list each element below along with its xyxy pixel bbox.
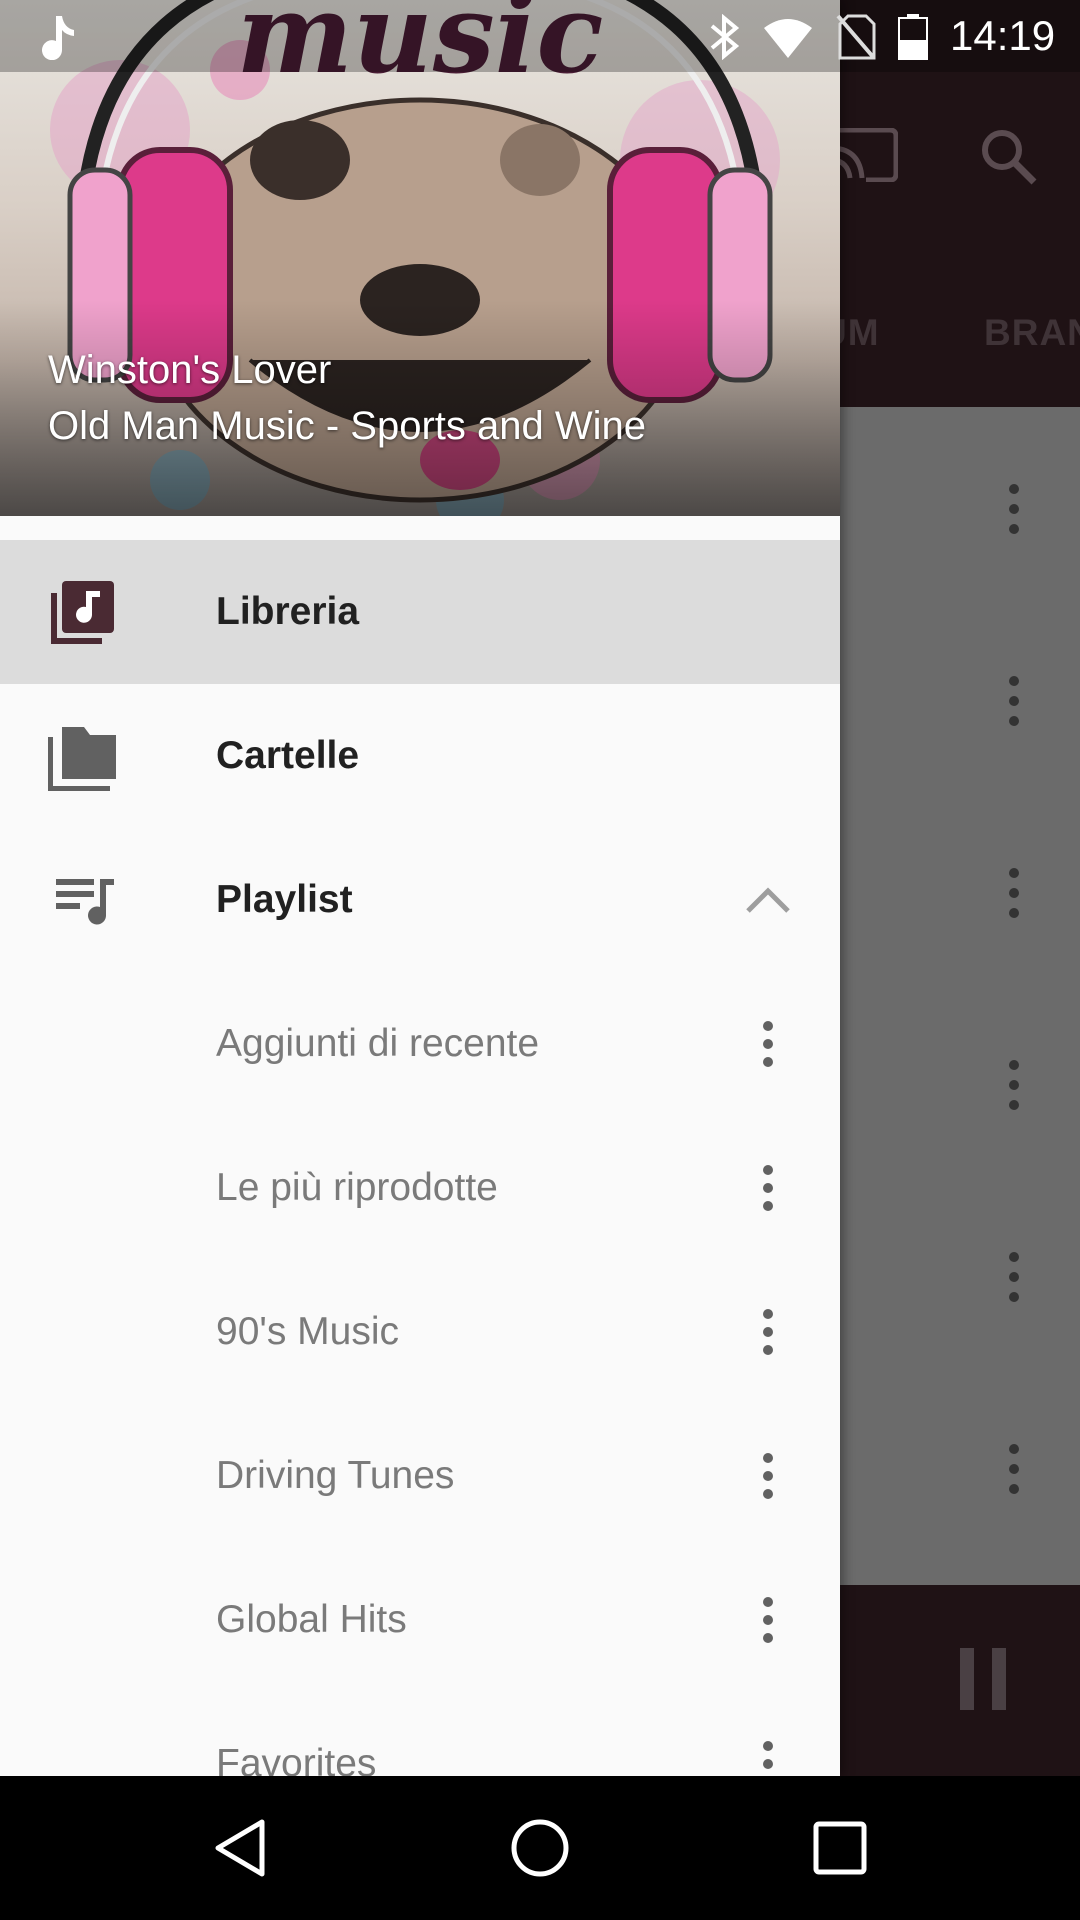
playlist-name: Favorites — [216, 1742, 377, 1776]
more-vert-icon[interactable] — [760, 1164, 776, 1212]
now-playing-subtitle: Old Man Music - Sports and Wine — [48, 404, 646, 448]
playlist-item[interactable]: 90's Music — [0, 1260, 840, 1404]
more-vert-icon[interactable] — [1000, 675, 1028, 727]
more-vert-icon[interactable] — [760, 1740, 776, 1776]
wifi-icon — [764, 19, 812, 58]
playlist-icon — [56, 879, 114, 925]
playlist-item[interactable]: Driving Tunes — [0, 1404, 840, 1548]
chevron-up-icon[interactable] — [744, 885, 792, 915]
playlist-name: Aggiunti di recente — [216, 1022, 540, 1065]
now-playing-title: Winston's Lover — [48, 348, 332, 392]
more-vert-icon[interactable] — [760, 1596, 776, 1644]
more-vert-icon[interactable] — [760, 1020, 776, 1068]
drawer-header[interactable]: music Winston's Lover Old Man Music - Sp… — [0, 0, 840, 516]
playlist-item[interactable]: Global Hits — [0, 1548, 840, 1692]
status-time: 14:19 — [950, 12, 1056, 59]
more-vert-icon[interactable] — [1000, 1059, 1028, 1111]
no-sim-icon — [836, 14, 876, 60]
bluetooth-icon — [710, 14, 740, 60]
more-vert-icon[interactable] — [1000, 483, 1028, 535]
more-vert-icon[interactable] — [1000, 867, 1028, 919]
folder-icon — [48, 727, 116, 791]
library-music-icon — [51, 581, 114, 644]
battery-icon — [898, 14, 928, 60]
nav-item-playlist[interactable]: Playlist — [0, 828, 840, 972]
cast-icon[interactable] — [830, 128, 898, 182]
search-icon[interactable] — [978, 126, 1038, 186]
recents-icon[interactable] — [808, 1816, 872, 1880]
nav-label: Playlist — [216, 878, 353, 921]
playlist-item[interactable]: Aggiunti di recente — [0, 972, 840, 1116]
status-bar: 14:19 — [0, 0, 1080, 72]
more-vert-icon[interactable] — [1000, 1443, 1028, 1495]
playlist-name: Driving Tunes — [216, 1454, 455, 1497]
playlist-name: 90's Music — [216, 1310, 400, 1353]
nav-item-libreria[interactable]: Libreria — [0, 540, 840, 684]
nav-label: Cartelle — [216, 734, 360, 777]
back-icon[interactable] — [210, 1816, 274, 1880]
playlist-name: Le più riprodotte — [216, 1166, 498, 1209]
drawer-nav: Libreria Cartelle Playlist Aggiunti di r… — [0, 540, 840, 1776]
more-vert-icon[interactable] — [760, 1308, 776, 1356]
music-note-icon — [42, 16, 74, 60]
background-tab[interactable]: BRAN — [984, 312, 1080, 354]
nav-label: Libreria — [216, 590, 360, 633]
playlist-name: Global Hits — [216, 1598, 407, 1641]
playlist-item[interactable]: Le più riprodotte — [0, 1116, 840, 1260]
home-icon[interactable] — [508, 1816, 572, 1880]
playlist-item[interactable]: Favorites — [0, 1692, 840, 1776]
navigation-bar — [0, 1776, 1080, 1920]
more-vert-icon[interactable] — [760, 1452, 776, 1500]
more-vert-icon[interactable] — [1000, 1251, 1028, 1303]
nav-item-cartelle[interactable]: Cartelle — [0, 684, 840, 828]
navigation-drawer: music Winston's Lover Old Man Music - Sp… — [0, 0, 840, 1776]
pause-icon[interactable] — [960, 1648, 1006, 1710]
